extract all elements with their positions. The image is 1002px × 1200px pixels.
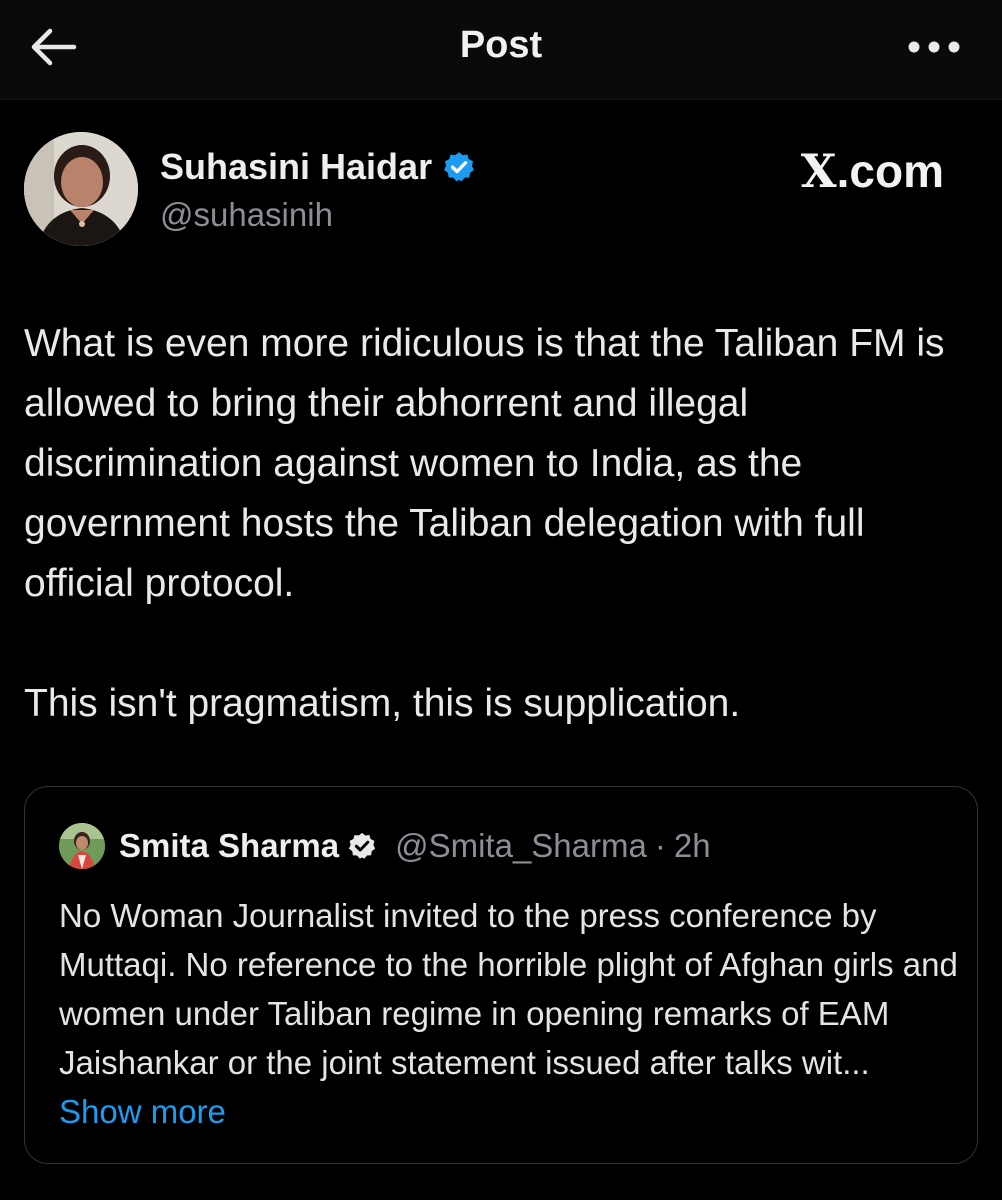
quoted-author-avatar	[59, 823, 105, 869]
quoted-post-header: Smita Sharma @Smita_Sharma · 2h	[119, 827, 711, 865]
x-logo-suffix: .com	[836, 145, 944, 197]
quoted-author-handle[interactable]: @Smita_Sharma	[395, 827, 647, 865]
page-title: Post	[459, 24, 543, 66]
post-paragraph: What is even more ridiculous is that the…	[24, 322, 945, 605]
verified-badge-icon	[444, 152, 474, 182]
post-text: What is even more ridiculous is that the…	[24, 314, 974, 734]
x-logo: X.com	[801, 144, 944, 198]
author-name-text: Suhasini Haidar	[160, 146, 433, 187]
more-horizontal-icon	[908, 41, 960, 53]
top-bar: Post	[0, 0, 1002, 100]
separator-dot: ·	[654, 827, 666, 864]
author-name[interactable]: Suhasini Haidar	[160, 146, 476, 188]
more-options-button[interactable]	[904, 30, 964, 64]
post-paragraph: This isn't pragmatism, this is supplicat…	[24, 682, 741, 725]
verified-badge-icon	[348, 832, 376, 859]
quoted-post-body: No Woman Journalist invited to the press…	[59, 897, 958, 1081]
x-logo-letter: X	[800, 144, 837, 198]
quoted-post-text: No Woman Journalist invited to the press…	[59, 891, 959, 1136]
show-more-link[interactable]: Show more	[59, 1093, 226, 1130]
quoted-post-time: 2h	[673, 827, 711, 864]
quoted-post-card[interactable]: Smita Sharma @Smita_Sharma · 2h No Woman…	[24, 786, 978, 1164]
author-handle[interactable]: @suhasinih	[160, 196, 333, 234]
author-avatar[interactable]	[24, 132, 138, 246]
quoted-author-name[interactable]: Smita Sharma	[119, 827, 339, 865]
